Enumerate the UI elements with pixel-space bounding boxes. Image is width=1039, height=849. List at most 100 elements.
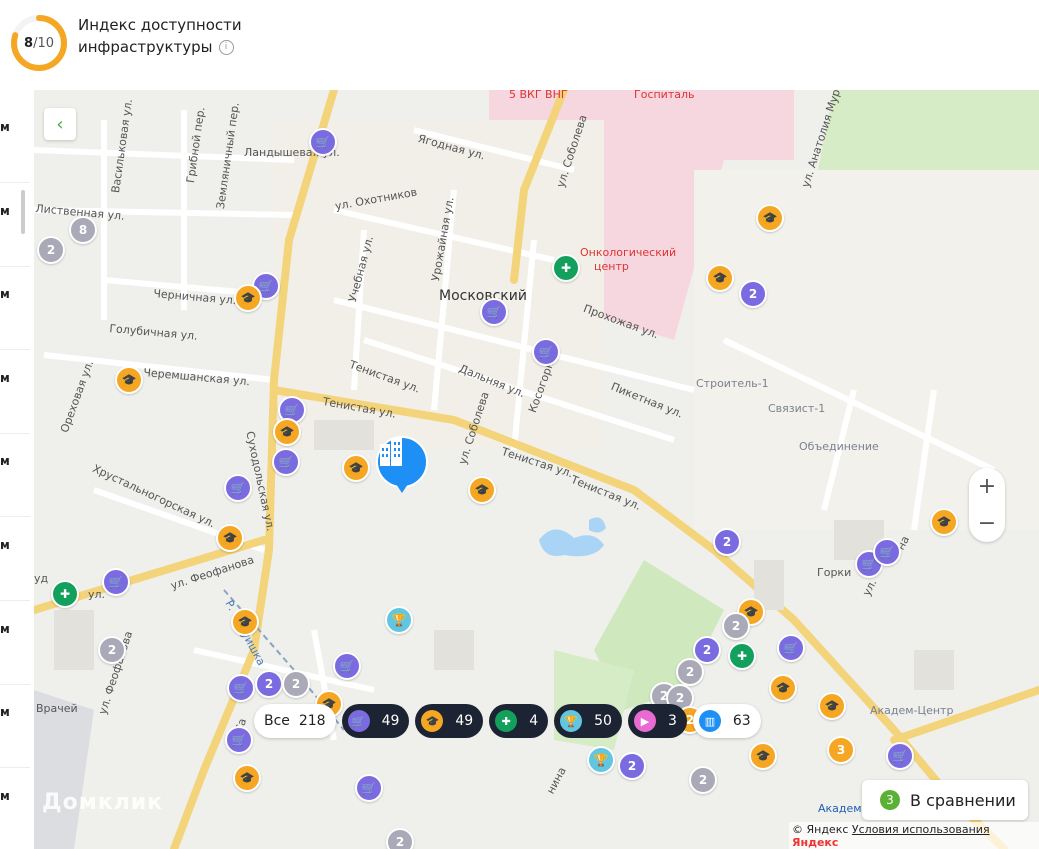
building-icon: ▥ xyxy=(698,710,721,732)
compare-button[interactable]: 3 В сравнении xyxy=(862,780,1028,820)
cluster-pin[interactable]: 2 xyxy=(676,658,704,686)
sport-pin[interactable]: 🏆 xyxy=(587,746,615,774)
cluster-pin[interactable]: 3 xyxy=(827,736,855,764)
label-hospital: Госпиталь xyxy=(634,90,695,101)
street-label: уд xyxy=(34,572,49,585)
camera-icon: ▶ xyxy=(633,710,656,732)
medical-pin[interactable]: ✚ xyxy=(51,580,79,608)
copyright: © Яндекс Условия использования Яндекс xyxy=(789,822,1039,849)
terms-link[interactable]: Условия использования xyxy=(852,823,990,836)
cluster-pin[interactable]: 2 xyxy=(37,236,65,264)
label-vrachey: Врачей xyxy=(36,702,78,715)
label-onko-2: центр xyxy=(594,260,629,273)
education-pin[interactable]: 🎓 xyxy=(749,742,777,770)
home-building-pin[interactable] xyxy=(376,436,428,488)
cluster-pin[interactable]: 2 xyxy=(98,636,126,664)
medical-pin[interactable]: ✚ xyxy=(728,642,756,670)
cluster-pin[interactable]: 2 xyxy=(722,612,750,640)
cluster-pin[interactable]: 2 xyxy=(282,670,310,698)
zoom-control: + − xyxy=(969,468,1005,542)
zoom-out-button[interactable]: − xyxy=(969,505,1005,542)
medical-pin[interactable]: ✚ xyxy=(552,254,580,282)
strip-unit: м xyxy=(0,120,10,134)
filter-entertainment[interactable]: ▶ 3 xyxy=(627,704,687,738)
chevron-left-icon: ‹ xyxy=(56,113,64,135)
cluster-pin[interactable]: 8 xyxy=(69,216,97,244)
trophy-icon: 🏆 xyxy=(560,710,583,732)
yandex-logo: Яндекс xyxy=(792,836,839,849)
cluster-pin[interactable]: 2 xyxy=(739,280,767,308)
education-pin[interactable]: 🎓 xyxy=(233,764,261,792)
shop-pin[interactable]: 🛒 xyxy=(480,298,508,326)
label-vkg: 5 ВКГ ВНГ xyxy=(509,90,568,101)
info-icon[interactable]: i xyxy=(218,40,234,55)
cart-icon: 🛒 xyxy=(347,710,370,732)
education-pin[interactable]: 🎓 xyxy=(769,674,797,702)
shop-pin[interactable]: 🛒 xyxy=(777,634,805,662)
filter-all[interactable]: Все 218 xyxy=(254,704,336,738)
category-filters: Все 218 🛒 49 🎓 49 ✚ 4 🏆 50 ▶ 3 ▥ 63 xyxy=(254,704,761,738)
filter-sport[interactable]: 🏆 50 xyxy=(554,704,622,738)
graduation-icon: 🎓 xyxy=(421,710,444,732)
education-pin[interactable]: 🎓 xyxy=(706,264,734,292)
education-pin[interactable]: 🎓 xyxy=(468,476,496,504)
education-pin[interactable]: 🎓 xyxy=(216,524,244,552)
home-pin-tail xyxy=(396,484,408,493)
education-pin[interactable]: 🎓 xyxy=(273,418,301,446)
education-pin[interactable]: 🎓 xyxy=(231,608,259,636)
shop-pin[interactable]: 🛒 xyxy=(272,448,300,476)
cross-icon: ✚ xyxy=(495,710,518,732)
label-obedinenie: Объединение xyxy=(799,440,879,453)
domclick-watermark: Домклик xyxy=(42,790,164,815)
education-pin[interactable]: 🎓 xyxy=(818,692,846,720)
education-pin[interactable]: 🎓 xyxy=(115,366,143,394)
education-pin[interactable]: 🎓 xyxy=(234,284,262,312)
score-value: 8/10 xyxy=(24,35,54,51)
strip-unit: м xyxy=(0,287,10,301)
cluster-pin[interactable]: 2 xyxy=(713,528,741,556)
label-akadem-2: Академ xyxy=(818,802,862,815)
strip-unit: м xyxy=(0,204,10,218)
filter-education[interactable]: 🎓 49 xyxy=(415,704,484,738)
label-onko: Онкологический xyxy=(580,246,677,259)
filter-buildings[interactable]: ▥ 63 xyxy=(692,704,761,738)
index-title: Индекс доступности инфраструктуры i xyxy=(78,16,242,56)
strip-unit: м xyxy=(0,538,10,552)
street-label: ул. xyxy=(88,588,106,601)
filter-shops[interactable]: 🛒 49 xyxy=(341,704,410,738)
compare-label: В сравнении xyxy=(910,790,1016,810)
label-stroitel: Строитель-1 xyxy=(696,377,769,390)
zoom-in-button[interactable]: + xyxy=(969,468,1005,505)
filter-medicine[interactable]: ✚ 4 xyxy=(489,704,549,738)
shop-pin[interactable]: 🛒 xyxy=(355,774,383,802)
back-button[interactable]: ‹ xyxy=(44,108,76,140)
building-icon xyxy=(380,438,402,466)
shop-pin[interactable]: 🛒 xyxy=(532,338,560,366)
strip-unit: м xyxy=(0,622,10,636)
strip-unit: м xyxy=(0,789,10,803)
header: 8/10 Индекс доступности инфраструктуры i xyxy=(0,0,1039,90)
shop-pin[interactable]: 🛒 xyxy=(227,674,255,702)
sport-pin[interactable]: 🏆 xyxy=(385,606,413,634)
shop-pin[interactable]: 🛒 xyxy=(333,652,361,680)
label-akadem: Академ-Центр xyxy=(870,704,954,717)
education-pin[interactable]: 🎓 xyxy=(756,204,784,232)
shop-pin[interactable]: 🛒 xyxy=(873,538,901,566)
left-distance-strip: м м м м м м м м м xyxy=(0,90,34,849)
shop-pin[interactable]: 🛒 xyxy=(102,568,130,596)
label-gorki: Горки xyxy=(817,566,852,579)
strip-unit: м xyxy=(0,705,10,719)
shop-pin[interactable]: 🛒 xyxy=(309,128,337,156)
strip-unit: м xyxy=(0,371,10,385)
cluster-pin[interactable]: 2 xyxy=(689,766,717,794)
shop-pin[interactable]: 🛒 xyxy=(224,474,252,502)
education-pin[interactable]: 🎓 xyxy=(342,454,370,482)
cluster-pin[interactable]: 2 xyxy=(255,670,283,698)
strip-unit: м xyxy=(0,454,10,468)
cluster-pin[interactable]: 2 xyxy=(618,752,646,780)
compare-count-badge: 3 xyxy=(880,790,900,810)
cluster-pin[interactable]: 2 xyxy=(386,828,414,849)
education-pin[interactable]: 🎓 xyxy=(930,508,958,536)
shop-pin[interactable]: 🛒 xyxy=(886,742,914,770)
shop-pin[interactable]: 🛒 xyxy=(225,726,253,754)
